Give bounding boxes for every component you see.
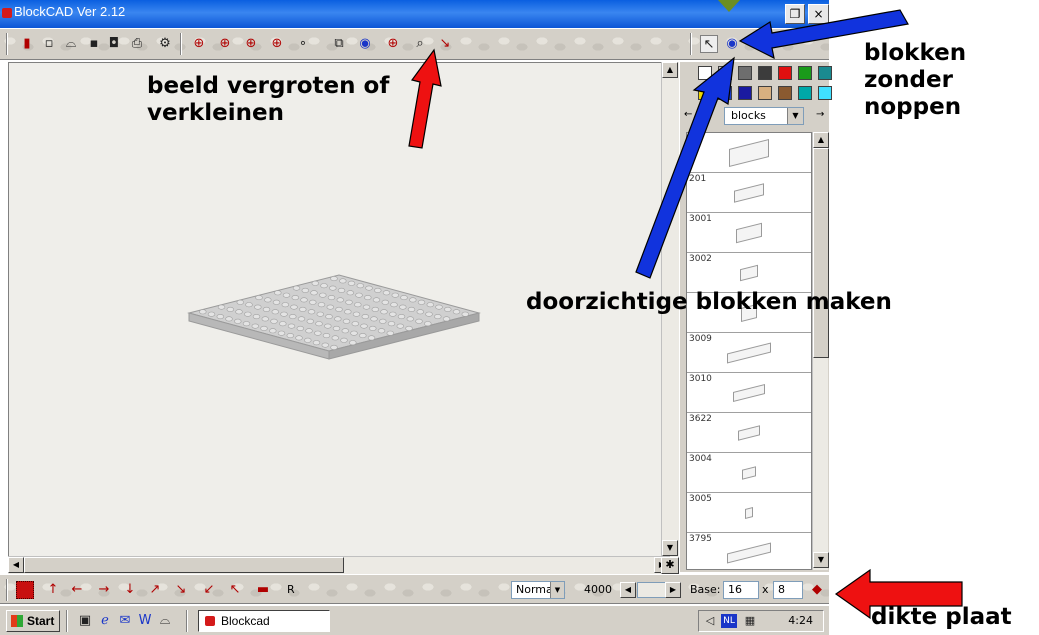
red-arrow-zoom <box>408 48 442 149</box>
blue-arrow-transparent <box>635 56 735 279</box>
annotation-zoom: beeld vergroten of verkleinen <box>147 73 390 127</box>
annotation-thickness: dikte plaat <box>871 604 1012 630</box>
annotation-no-studs: blokken zonder noppen <box>864 40 967 121</box>
screen: BlockCAD Ver 2.12 ❐ × ▮ ▫ ⌓ ▪ ◘ ⎙ ⚙ ⊕ ⊕ … <box>0 0 1039 635</box>
olive-arrow-tip <box>718 0 740 12</box>
annotation-transparent: doorzichtige blokken maken <box>526 289 892 315</box>
